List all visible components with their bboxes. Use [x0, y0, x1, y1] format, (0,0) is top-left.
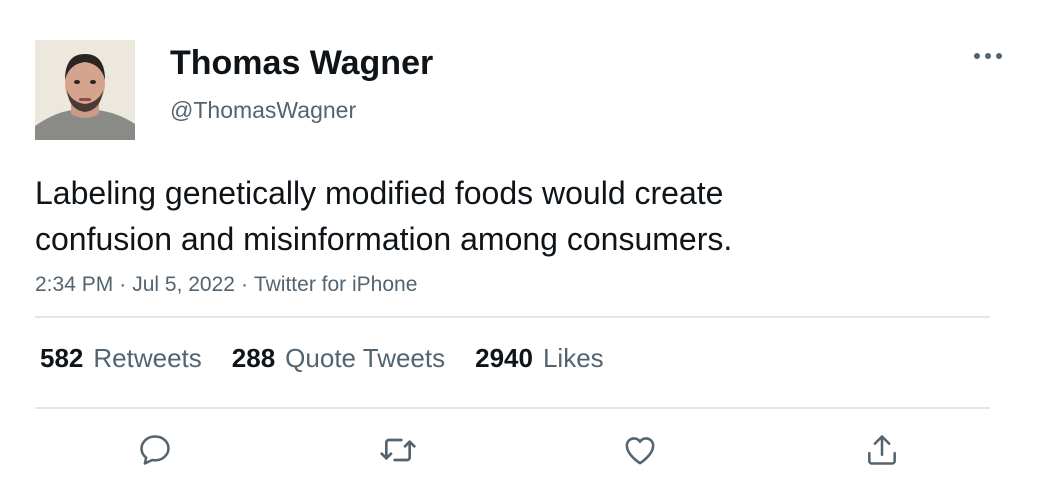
retweets-stat[interactable]: 582 Retweets [40, 340, 202, 376]
quote-tweets-stat[interactable]: 288 Quote Tweets [232, 340, 445, 376]
quote-tweets-label: Quote Tweets [285, 343, 446, 373]
avatar[interactable] [35, 40, 135, 140]
likes-stat[interactable]: 2940 Likes [475, 340, 604, 376]
tweet-text: Labeling genetically modified foods woul… [35, 170, 995, 262]
likes-label: Likes [542, 343, 604, 373]
share-icon [868, 435, 896, 465]
meta-separator: · [240, 273, 248, 296]
tweet-source[interactable]: Twitter for iPhone [254, 273, 417, 296]
more-options-button[interactable] [968, 42, 1008, 70]
retweet-icon [380, 438, 416, 462]
tweet-text-line: confusion and misinformation among consu… [35, 221, 733, 257]
like-button[interactable] [618, 428, 662, 472]
more-horizontal-icon [974, 53, 1002, 59]
tweet-text-line: Labeling genetically modified foods woul… [35, 175, 724, 211]
divider [35, 316, 990, 318]
retweets-label: Retweets [93, 343, 202, 373]
reply-icon [140, 435, 170, 465]
tweet-date[interactable]: Jul 5, 2022 [132, 273, 235, 296]
retweet-button[interactable] [376, 428, 420, 472]
quote-tweets-count: 288 [231, 343, 276, 373]
avatar-image [35, 40, 135, 140]
meta-separator: · [119, 273, 127, 296]
retweets-count: 582 [40, 343, 84, 373]
author-handle[interactable]: @ThomasWagner [170, 96, 356, 124]
tweet-stats: 582 Retweets 288 Quote Tweets 2940 Likes [40, 340, 634, 376]
tweet-meta: 2:34 PM · Jul 5, 2022 · Twitter for iPhone [35, 271, 417, 299]
tweet-time[interactable]: 2:34 PM [35, 273, 113, 296]
heart-icon [625, 437, 655, 465]
share-button[interactable] [860, 428, 904, 472]
reply-button[interactable] [133, 428, 177, 472]
author-name[interactable]: Thomas Wagner [170, 42, 433, 84]
divider [35, 407, 990, 409]
likes-count: 2940 [475, 343, 533, 373]
